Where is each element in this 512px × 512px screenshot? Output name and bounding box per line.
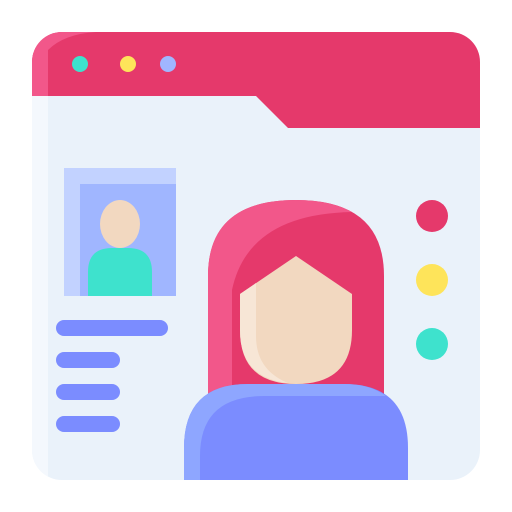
window-control-dot-3 — [160, 56, 176, 72]
photo-inner-highlight — [64, 168, 176, 184]
text-line-2 — [56, 352, 120, 368]
status-dot-1 — [416, 200, 448, 232]
photo-person-head — [100, 200, 140, 248]
photo-person-shirt — [88, 248, 152, 296]
profile-avatar — [184, 200, 408, 480]
illustration — [32, 32, 480, 480]
text-line-4 — [56, 416, 120, 432]
status-dot-2 — [416, 264, 448, 296]
window-control-dot-2 — [120, 56, 136, 72]
window-control-dot-1 — [72, 56, 88, 72]
status-dot-3 — [416, 328, 448, 360]
text-line-1 — [56, 320, 168, 336]
window-side-highlight — [32, 96, 48, 480]
profile-photo-card — [64, 168, 176, 296]
photo-inner-highlight-left — [64, 168, 80, 296]
text-line-3 — [56, 384, 120, 400]
browser-window — [32, 32, 480, 480]
user-profile-webpage-icon — [0, 0, 512, 512]
